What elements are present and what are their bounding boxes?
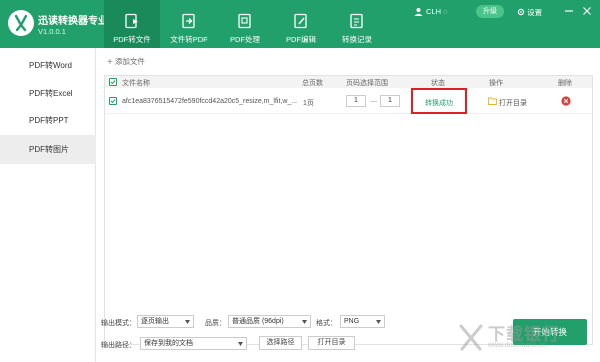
status-text: 转换成功 bbox=[425, 100, 453, 107]
output-path-value: 保存到我的文档 bbox=[144, 340, 193, 347]
quality-label: 品质： bbox=[205, 320, 226, 327]
select-all-checkbox[interactable] bbox=[109, 78, 117, 86]
col-delete: 删除 bbox=[558, 80, 572, 87]
tab-label: PDF转文件 bbox=[113, 35, 151, 44]
file-name: afc1ea8376515472fe590fccd42a20c5_resize,… bbox=[122, 98, 298, 105]
output-path-select[interactable]: 保存到我的文档 bbox=[140, 337, 247, 350]
tab-pdf-process[interactable]: PDF处理 bbox=[217, 0, 273, 48]
format-value: PNG bbox=[344, 318, 360, 325]
output-path-label: 输出路径： bbox=[101, 342, 136, 349]
file-to-pdf-icon bbox=[182, 13, 195, 29]
user-name-text: CLH bbox=[426, 7, 442, 16]
tab-label: 文件转PDF bbox=[170, 35, 208, 44]
open-dir-button[interactable]: 打开目录 bbox=[308, 336, 355, 350]
check-icon bbox=[110, 80, 116, 85]
chevron-down-icon bbox=[302, 320, 307, 324]
watermark-url: www.downbank.cn bbox=[488, 342, 546, 349]
pdf-process-icon bbox=[238, 13, 251, 29]
title-bar: 迅读转换器专业版 V1.0.0.1 PDF转文件 文件转PDF PDF处理 PD… bbox=[0, 0, 600, 48]
pdf-edit-icon bbox=[294, 13, 307, 29]
format-label: 格式： bbox=[316, 320, 337, 327]
app-version: V1.0.0.1 bbox=[38, 27, 66, 36]
plus-icon: + bbox=[107, 57, 113, 68]
check-icon bbox=[110, 99, 116, 104]
tab-pdf-to-file[interactable]: PDF转文件 bbox=[104, 0, 160, 48]
app-logo bbox=[8, 10, 34, 36]
sidebar-item-pdf-to-word[interactable]: PDF转Word bbox=[0, 51, 96, 80]
add-file-label: 添加文件 bbox=[114, 57, 145, 66]
close-icon[interactable] bbox=[580, 5, 594, 17]
range-from-input[interactable]: 1 bbox=[346, 95, 366, 107]
tab-file-to-pdf[interactable]: 文件转PDF bbox=[161, 0, 217, 48]
table-header: 文件名称 总页数 页码选择范围 状态 操作 删除 bbox=[105, 76, 592, 88]
delete-icon[interactable] bbox=[561, 96, 571, 106]
col-range: 页码选择范围 bbox=[346, 80, 388, 87]
upgrade-button[interactable]: 升级 bbox=[476, 5, 504, 18]
tab-label: PDF编辑 bbox=[286, 35, 316, 44]
watermark-logo-icon bbox=[459, 324, 483, 351]
table-row: afc1ea8376515472fe590fccd42a20c5_resize,… bbox=[105, 88, 592, 114]
sidebar-item-pdf-to-image[interactable]: PDF转图片 bbox=[0, 135, 96, 164]
quality-value: 普通品质 (96dpi) bbox=[232, 318, 284, 325]
sidebar: PDF转Word PDF转Excel PDF转PPT PDF转图片 bbox=[0, 48, 96, 362]
quality-select[interactable]: 普通品质 (96dpi) bbox=[228, 315, 311, 328]
col-filename: 文件名称 bbox=[122, 80, 150, 87]
output-mode-value: 逐页输出 bbox=[141, 318, 169, 325]
user-icon bbox=[414, 8, 423, 16]
format-select[interactable]: PNG bbox=[340, 315, 385, 328]
col-pages: 总页数 bbox=[302, 80, 323, 87]
history-icon bbox=[350, 13, 363, 29]
tab-label: 转换记录 bbox=[342, 35, 372, 44]
file-table: 文件名称 总页数 页码选择范围 状态 操作 删除 afc1ea837651547… bbox=[104, 75, 593, 345]
settings-label: 设置 bbox=[527, 8, 543, 17]
output-mode-select[interactable]: 逐页输出 bbox=[137, 315, 194, 328]
row-checkbox[interactable] bbox=[109, 97, 117, 105]
folder-icon[interactable] bbox=[488, 97, 497, 105]
status-highlight: 转换成功 bbox=[411, 88, 467, 114]
minimize-icon[interactable] bbox=[562, 5, 576, 17]
gear-icon bbox=[517, 8, 525, 16]
watermark: 下载银行 www.downbank.cn bbox=[452, 320, 597, 360]
chevron-down-icon bbox=[376, 320, 381, 324]
choose-path-button[interactable]: 选择路径 bbox=[259, 336, 302, 350]
tab-history[interactable]: 转换记录 bbox=[329, 0, 385, 48]
output-mode-label: 输出模式： bbox=[101, 320, 136, 327]
range-separator: — bbox=[370, 98, 377, 105]
tab-label: PDF处理 bbox=[230, 35, 260, 44]
sidebar-item-pdf-to-excel[interactable]: PDF转Excel bbox=[0, 79, 96, 108]
chevron-down-icon bbox=[185, 320, 190, 324]
open-dir-link[interactable]: 打开目录 bbox=[499, 98, 527, 108]
range-to-input[interactable]: 1 bbox=[380, 95, 400, 107]
col-action: 操作 bbox=[489, 80, 503, 87]
add-file-button[interactable]: + 添加文件 bbox=[107, 56, 145, 68]
tab-pdf-edit[interactable]: PDF编辑 bbox=[273, 0, 329, 48]
user-name[interactable]: CLH ◌ bbox=[426, 7, 448, 16]
page-count: 1页 bbox=[303, 100, 314, 107]
pdf-to-file-icon bbox=[125, 13, 138, 29]
chevron-down-icon bbox=[238, 342, 243, 346]
sidebar-item-pdf-to-ppt[interactable]: PDF转PPT bbox=[0, 106, 96, 135]
col-status: 状态 bbox=[431, 80, 445, 87]
settings-button[interactable]: 设置 bbox=[517, 7, 542, 18]
